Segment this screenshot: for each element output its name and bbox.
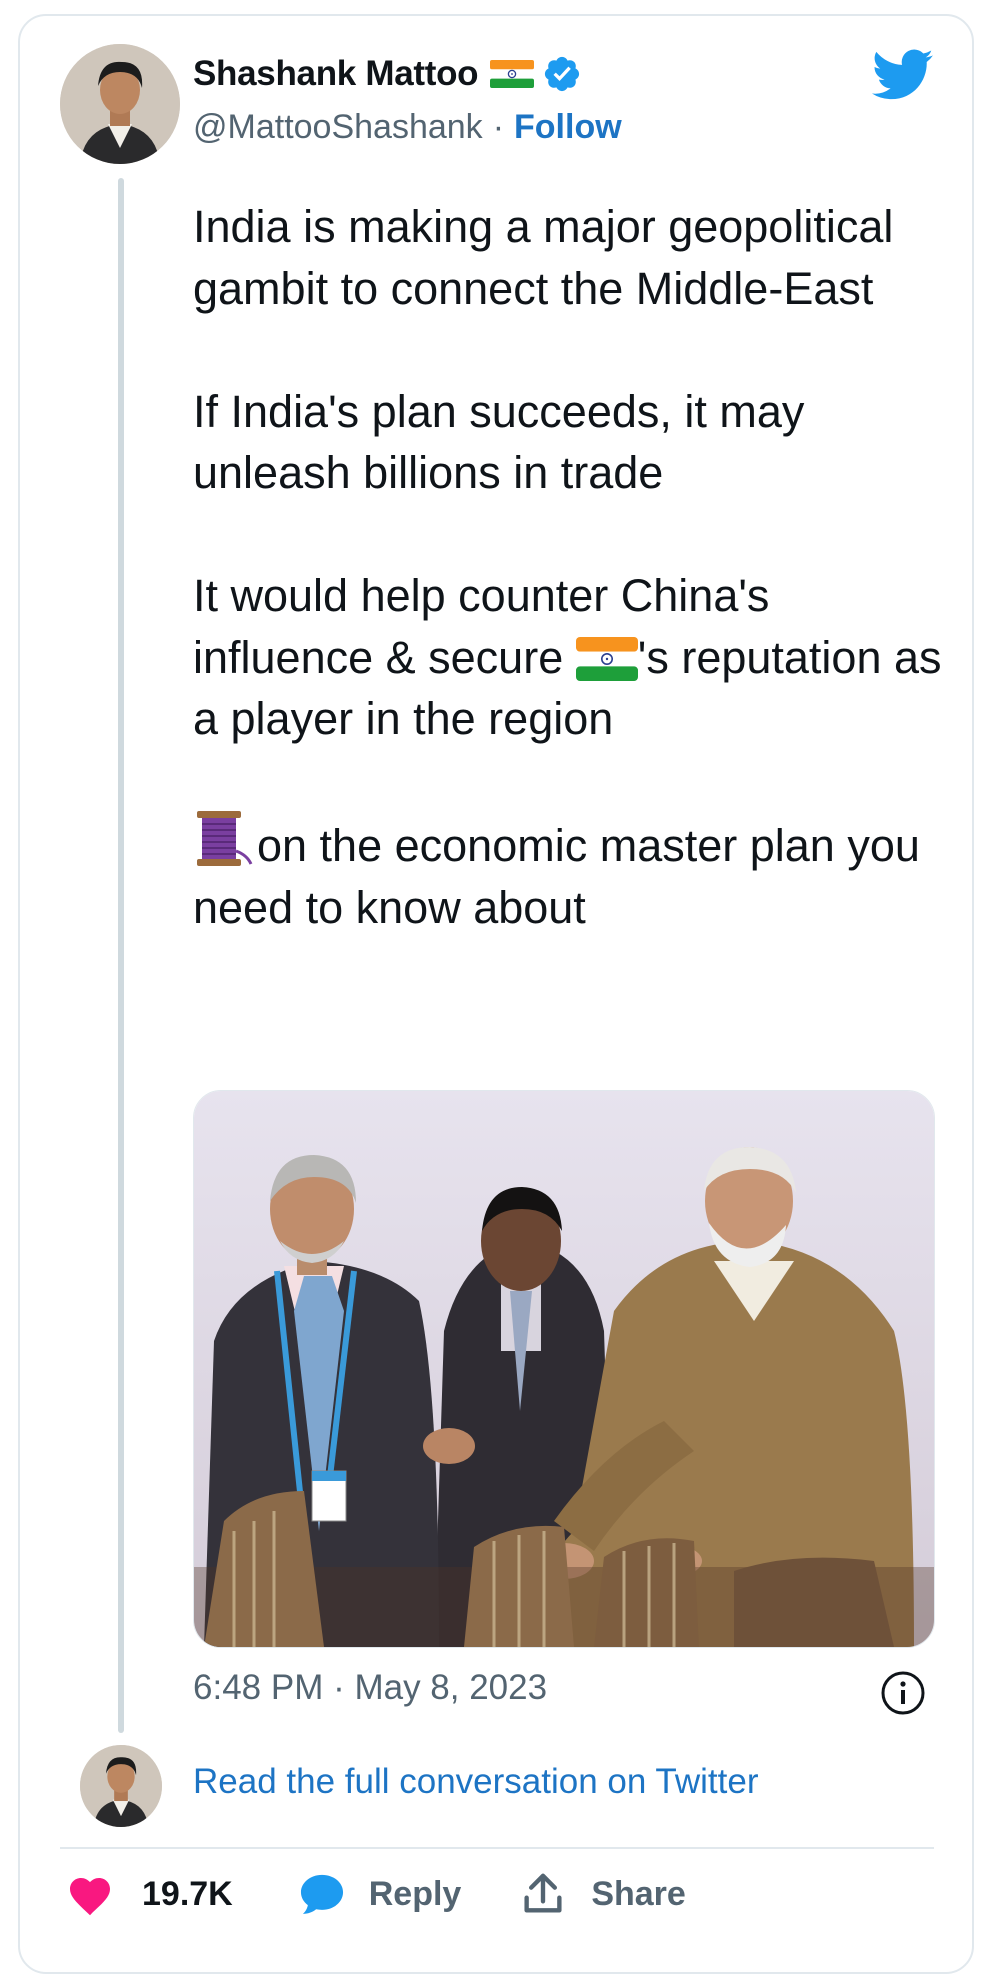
author-avatar[interactable]: [60, 44, 180, 164]
handle-separator: ·: [492, 108, 505, 146]
author-handle[interactable]: @MattooShashank: [193, 108, 483, 147]
india-flag-icon: [490, 60, 535, 88]
tweet-paragraph: on the economic master plan you need to …: [193, 811, 953, 938]
reply-button[interactable]: Reply: [299, 1872, 462, 1916]
like-count: 19.7K: [142, 1874, 233, 1913]
verified-badge-icon: [545, 56, 580, 92]
author-name[interactable]: Shashank Mattoo: [193, 54, 479, 94]
info-icon[interactable]: [880, 1670, 926, 1716]
footer-divider: [60, 1847, 934, 1849]
tweet-text: India is making a major geopolitical gam…: [193, 196, 953, 938]
twitter-bird-icon[interactable]: [872, 48, 934, 102]
tweet-timestamp[interactable]: 6:48 PM · May 8, 2023: [193, 1668, 547, 1708]
like-button[interactable]: 19.7K: [66, 1872, 233, 1916]
tweet-text-segment: on the economic master plan you need to …: [193, 820, 920, 933]
thread-spool-icon: [197, 811, 253, 866]
india-flag-icon: [575, 636, 638, 681]
tweet-paragraph: It would help counter China's influence …: [193, 565, 953, 750]
author-handle-row: @MattooShashank · Follow: [193, 108, 622, 147]
tweet-photo[interactable]: [193, 1090, 935, 1648]
tweet-paragraph: India is making a major geopolitical gam…: [193, 201, 894, 314]
reply-label: Reply: [368, 1874, 462, 1913]
heart-icon: [70, 1878, 110, 1916]
author-name-row: Shashank Mattoo: [193, 54, 582, 94]
read-full-conversation-link[interactable]: Read the full conversation on Twitter: [193, 1762, 759, 1802]
tweet-paragraph: If India's plan succeeds, it may unleash…: [193, 385, 805, 499]
reply-bubble-icon: [300, 1874, 343, 1914]
share-label: Share: [591, 1874, 686, 1913]
share-button[interactable]: Share: [523, 1872, 686, 1916]
share-upload-icon: [524, 1873, 562, 1913]
tweet-actions: 19.7K Reply Share: [66, 1872, 686, 1916]
follow-button[interactable]: Follow: [514, 108, 622, 147]
thread-connector-line: [118, 178, 124, 1733]
author-avatar-small[interactable]: [80, 1745, 162, 1827]
